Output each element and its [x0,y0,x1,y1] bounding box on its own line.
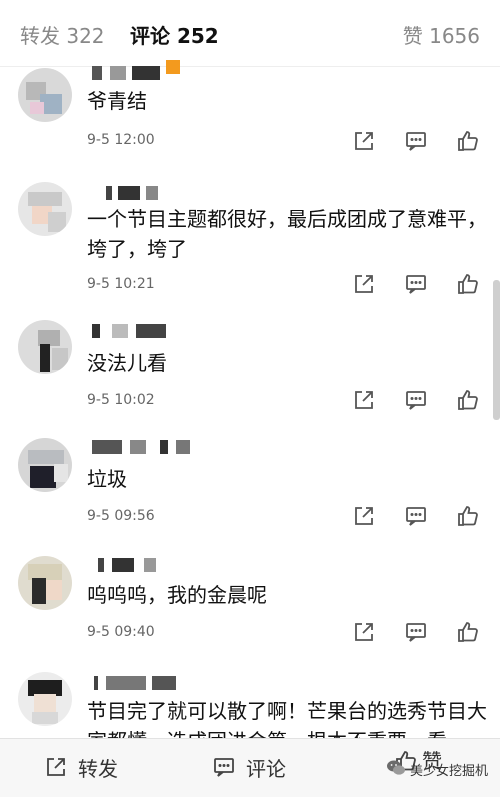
comment-icon[interactable] [404,129,428,153]
avatar[interactable] [18,68,72,122]
comment-text: 没法儿看 [87,351,167,375]
comment-item: 垃圾 9-5 09:56 [0,424,500,540]
comment-time: 9-5 09:56 [87,508,155,524]
watermark-text: 美少女挖掘机 [409,764,488,779]
comment-item: 呜呜呜，我的金晨呢 9-5 09:40 [0,540,500,656]
thumbs-up-icon[interactable] [456,620,480,644]
comment-label: 评论 [246,757,286,781]
share-icon [47,758,65,776]
comment-item: 没法儿看 9-5 10:02 [0,310,500,424]
repost-button[interactable]: 转发 [44,753,134,783]
username[interactable] [90,324,190,340]
username[interactable] [90,558,190,574]
comment-icon[interactable] [404,272,428,296]
comment-item: 爷青结 9-5 12:00 [0,60,500,176]
comment-time: 9-5 10:02 [87,392,155,408]
comment-icon [214,758,234,777]
comment-icon[interactable] [404,388,428,412]
comment-text: 呜呜呜，我的金晨呢 [87,583,267,607]
tab-like[interactable]: 赞 1656 [403,20,480,49]
comment-button[interactable]: 评论 [212,753,302,783]
comment-icon[interactable] [404,620,428,644]
share-icon[interactable] [352,388,376,412]
share-icon[interactable] [352,129,376,153]
thumbs-up-icon[interactable] [456,272,480,296]
share-icon[interactable] [352,272,376,296]
share-icon[interactable] [352,620,376,644]
watermark: 美少女挖掘机 [386,760,488,779]
comment-text: 爷青结 [87,89,147,113]
username[interactable] [90,440,190,456]
comment-time: 9-5 12:00 [87,132,155,148]
comment-icon[interactable] [404,504,428,528]
thumbs-up-icon[interactable] [456,129,480,153]
username[interactable] [90,676,190,692]
repost-label: 转发 [78,757,118,781]
share-icon[interactable] [352,504,376,528]
tab-comment[interactable]: 评论 252 [130,20,219,49]
thumbs-up-icon[interactable] [456,388,480,412]
username[interactable] [90,60,190,82]
comment-text: 一个节目主题都很好，最后成团成了意难平，垮了，垮了 [87,207,487,261]
comment-item: 节目完了就可以散了啊！芒果台的选秀节目大家都懂，选成团进会第，根本不重要，看 [0,656,500,738]
thumbs-up-icon[interactable] [456,504,480,528]
avatar[interactable] [18,672,72,726]
comment-item: 一个节目主题都很好，最后成团成了意难平，垮了，垮了 9-5 10:21 [0,176,500,296]
comment-time: 9-5 10:21 [87,276,155,292]
avatar[interactable] [18,556,72,610]
avatar[interactable] [18,438,72,492]
avatar[interactable] [18,320,72,374]
avatar[interactable] [18,182,72,236]
comment-time: 9-5 09:40 [87,624,155,640]
tab-repost[interactable]: 转发 322 [20,20,105,49]
username[interactable] [90,186,190,202]
scrollbar[interactable] [493,280,500,420]
comment-text: 垃圾 [87,467,127,491]
comment-text: 节目完了就可以散了啊！芒果台的选秀节目大家都懂，选成团进会第，根本不重要，看 [87,699,487,738]
wechat-icon [386,760,405,775]
tab-bar: 转发 322 评论 252 赞 1656 [0,0,500,67]
